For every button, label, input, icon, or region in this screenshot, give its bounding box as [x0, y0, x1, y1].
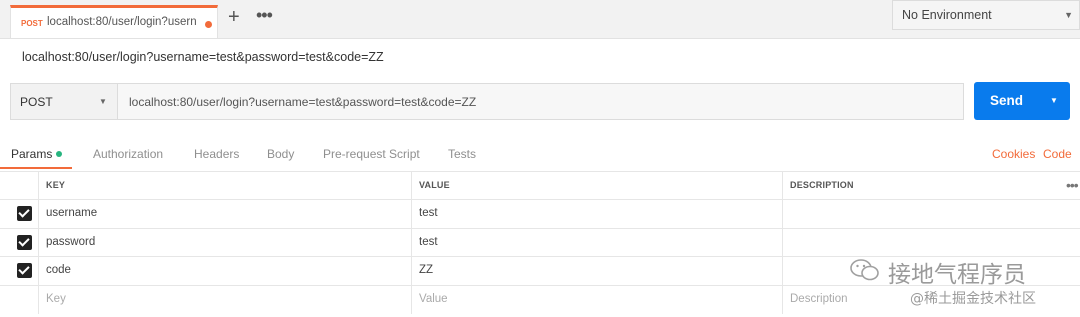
request-name[interactable]: localhost:80/user/login?username=test&pa… [22, 50, 384, 64]
key-placeholder: Key [46, 293, 66, 305]
tab-body[interactable]: Body [267, 147, 294, 161]
table-header-row: KEY VALUE DESCRIPTION ••• [0, 171, 1080, 200]
key-text: code [46, 264, 71, 276]
row-checkbox[interactable] [17, 206, 32, 221]
value-text: test [419, 207, 438, 219]
unsaved-dot-icon [205, 21, 212, 28]
description-placeholder: Description [790, 293, 848, 305]
key-text: username [46, 207, 98, 219]
tab-params-label: Params [11, 147, 53, 161]
new-key-cell[interactable]: Key [38, 286, 411, 314]
request-subtabs: Params Authorization Headers Body Pre-re… [0, 141, 1080, 169]
row-checkbox-cell [0, 257, 38, 285]
request-tab-title: localhost:80/user/login?usernai [47, 16, 197, 28]
value-placeholder: Value [419, 293, 448, 305]
wechat-logo-icon [850, 259, 879, 281]
tab-authorization[interactable]: Authorization [93, 147, 163, 161]
watermark-author: 接地气程序员 [888, 262, 1026, 288]
watermark-site: @稀土掘金技术社区 [910, 291, 1036, 307]
header-key: KEY [38, 172, 411, 200]
send-button[interactable]: Send ▼ [974, 82, 1070, 120]
chevron-down-icon[interactable]: ▼ [1050, 96, 1058, 105]
value-text: test [419, 236, 438, 248]
more-horizontal-icon[interactable]: ••• [256, 5, 273, 26]
url-input[interactable] [118, 83, 964, 120]
row-checkbox-cell [0, 200, 38, 228]
header-description: DESCRIPTION [782, 172, 1080, 200]
code-link[interactable]: Code [1043, 147, 1072, 161]
request-tab-method: POST [21, 19, 43, 28]
new-value-cell[interactable]: Value [411, 286, 782, 314]
tab-tests[interactable]: Tests [448, 147, 476, 161]
tab-strip: POST localhost:80/user/login?usernai + •… [0, 0, 1080, 39]
method-label: POST [20, 95, 53, 109]
active-tab-indicator [0, 167, 72, 169]
row-checkbox-cell [0, 229, 38, 257]
key-cell[interactable]: username [38, 200, 411, 228]
environment-label: No Environment [902, 8, 992, 22]
table-row: username test [0, 199, 1080, 228]
send-label: Send [990, 93, 1024, 108]
environment-select[interactable]: No Environment ▼ [892, 0, 1080, 30]
header-value: VALUE [411, 172, 782, 200]
method-select[interactable]: POST ▼ [10, 83, 118, 120]
description-cell[interactable] [782, 229, 1080, 257]
row-checkbox-cell [0, 286, 38, 314]
header-value-label: VALUE [419, 180, 450, 190]
row-checkbox[interactable] [17, 235, 32, 250]
value-text: ZZ [419, 264, 434, 276]
tab-headers[interactable]: Headers [194, 147, 239, 161]
request-tab[interactable]: POST localhost:80/user/login?usernai [10, 5, 218, 38]
tab-params[interactable]: Params [11, 147, 63, 161]
value-cell[interactable]: test [411, 200, 782, 228]
chevron-down-icon: ▼ [1064, 10, 1073, 20]
header-key-label: KEY [46, 180, 66, 190]
params-active-dot-icon [56, 150, 63, 157]
value-cell[interactable]: ZZ [411, 257, 782, 285]
value-cell[interactable]: test [411, 229, 782, 257]
table-row: password test [0, 228, 1080, 257]
key-text: password [46, 236, 96, 248]
plus-icon[interactable]: + [228, 7, 240, 27]
header-checkbox-cell [0, 172, 38, 200]
description-cell[interactable] [782, 200, 1080, 228]
row-checkbox[interactable] [17, 263, 32, 278]
header-description-label: DESCRIPTION [790, 180, 854, 190]
key-cell[interactable]: password [38, 229, 411, 257]
key-cell[interactable]: code [38, 257, 411, 285]
more-horizontal-icon[interactable]: ••• [1066, 177, 1079, 193]
cookies-link[interactable]: Cookies [992, 147, 1035, 161]
chevron-down-icon: ▼ [99, 97, 107, 106]
tab-prerequest-script[interactable]: Pre-request Script [323, 147, 420, 161]
